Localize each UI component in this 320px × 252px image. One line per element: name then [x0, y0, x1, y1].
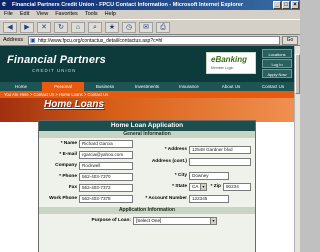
- page-icon: ▣: [30, 38, 36, 44]
- login-button[interactable]: Log In: [262, 59, 292, 68]
- phone-label: * Phone: [59, 174, 77, 179]
- state-value: CA: [192, 184, 199, 189]
- address-input[interactable]: ▣ http://www.fpcu.org/contactus_detail/c…: [28, 36, 280, 45]
- search-icon[interactable]: ⌕: [88, 22, 102, 33]
- menu-favorites[interactable]: Favorites: [55, 10, 78, 19]
- zip-label: * Zip: [210, 184, 221, 189]
- address-cont-label: Address (cont.): [151, 159, 187, 164]
- browser-icon: e: [2, 1, 6, 8]
- home-icon[interactable]: ⌂: [71, 22, 85, 33]
- email-field[interactable]: rgarcia@yahoo.com: [79, 151, 133, 159]
- history-icon[interactable]: ◷: [122, 22, 136, 33]
- favorites-icon[interactable]: ★: [105, 22, 119, 33]
- apply-now-button[interactable]: Apply Now: [262, 69, 292, 78]
- name-field[interactable]: Richard Garcia: [79, 140, 133, 148]
- menu-edit[interactable]: Edit: [20, 10, 29, 19]
- address-url: http://www.fpcu.org/contactus_detail/con…: [38, 38, 163, 44]
- nav-business[interactable]: Business: [84, 82, 126, 91]
- nav-home[interactable]: Home: [0, 82, 42, 91]
- email-label: * E-mail: [59, 152, 77, 157]
- breadcrumb: You Are Here > Contact Us > Home Loans >…: [0, 91, 294, 98]
- nav-personal[interactable]: Personal: [42, 82, 84, 91]
- menu-bar: File Edit View Favorites Tools Help: [0, 10, 300, 19]
- zip-field[interactable]: 90234: [223, 183, 251, 191]
- home-loan-form: Home Loan Application General Informatio…: [38, 120, 256, 252]
- state-select[interactable]: CA ▾: [189, 183, 207, 191]
- window-title: Financial Partners Credit Union - FPCU C…: [12, 2, 244, 8]
- page-viewport: Financial Partners CREDIT UNION eBanking…: [0, 46, 294, 252]
- chevron-down-icon: ▾: [200, 184, 206, 190]
- address-label: * Address: [164, 147, 187, 152]
- company-field[interactable]: Rockwell: [79, 162, 133, 170]
- fax-field[interactable]: 562-403-7372: [79, 184, 133, 192]
- purpose-value: [Select One]: [136, 218, 162, 223]
- chevron-down-icon: ▾: [210, 218, 216, 224]
- mail-icon[interactable]: ✉: [139, 22, 153, 33]
- nav-investments[interactable]: Investments: [126, 82, 168, 91]
- account-number-label: * Account Number: [145, 196, 187, 201]
- phone-field[interactable]: 562-403-7370: [79, 173, 133, 181]
- form-title: Home Loan Application: [39, 121, 255, 131]
- close-button[interactable]: ×: [291, 1, 299, 9]
- go-button[interactable]: Go: [282, 36, 298, 45]
- menu-view[interactable]: View: [36, 10, 48, 19]
- main-nav: Home Personal Business Investments Insur…: [0, 82, 294, 91]
- site-tagline: CREDIT UNION: [32, 68, 77, 73]
- back-icon[interactable]: ◀: [3, 22, 17, 33]
- company-label: Company: [55, 163, 77, 168]
- nav-about-us[interactable]: About Us: [210, 82, 252, 91]
- scrollbar-thumb[interactable]: [295, 54, 300, 94]
- purpose-select[interactable]: [Select One] ▾: [133, 217, 217, 225]
- menu-help[interactable]: Help: [105, 10, 116, 19]
- state-label: * State: [172, 184, 187, 189]
- nav-insurance[interactable]: Insurance: [168, 82, 210, 91]
- section-application: Application Information: [39, 207, 255, 214]
- menu-file[interactable]: File: [4, 10, 13, 19]
- refresh-icon[interactable]: ↻: [54, 22, 68, 33]
- fax-label: Fax: [68, 185, 77, 190]
- vertical-scrollbar[interactable]: [294, 46, 300, 252]
- page-title: Home Loans: [44, 99, 105, 110]
- city-label: * City: [174, 173, 187, 178]
- forward-icon[interactable]: ▶: [20, 22, 34, 33]
- account-number-field[interactable]: 122345: [189, 195, 229, 203]
- browser-toolbar: ◀ ▶ ✕ ↻ ⌂ ⌕ ★ ◷ ✉ ⎙: [0, 19, 300, 35]
- city-field[interactable]: Downey: [189, 172, 229, 180]
- ebanking-logo: eBanking: [211, 55, 248, 64]
- address-field[interactable]: 12548 Gardner blvd: [189, 146, 251, 154]
- work-phone-label: Work Phone: [49, 196, 77, 201]
- window-titlebar: e Financial Partners Credit Union - FPCU…: [0, 0, 300, 10]
- site-header: Financial Partners CREDIT UNION eBanking…: [0, 46, 294, 82]
- address-bar: Address ▣ http://www.fpcu.org/contactus_…: [0, 35, 300, 46]
- work-phone-field[interactable]: 562-403-7378: [79, 195, 133, 203]
- locations-button[interactable]: Locations: [262, 49, 292, 58]
- minimize-button[interactable]: _: [273, 1, 281, 9]
- address-label: Address: [3, 37, 24, 43]
- site-logo[interactable]: Financial Partners: [7, 54, 106, 66]
- ebanking-box[interactable]: eBanking Member Login: [206, 52, 256, 74]
- purpose-label: Purpose of Loan:: [91, 218, 131, 223]
- stop-icon[interactable]: ✕: [37, 22, 51, 33]
- section-general: General Information: [39, 131, 255, 138]
- ebanking-sub: Member Login: [211, 66, 234, 70]
- print-icon[interactable]: ⎙: [156, 22, 170, 33]
- name-label: * Name: [60, 141, 77, 146]
- menu-tools[interactable]: Tools: [85, 10, 98, 19]
- address-cont-field[interactable]: [189, 158, 251, 166]
- maximize-button[interactable]: □: [282, 1, 290, 9]
- nav-contact-us[interactable]: Contact Us: [252, 82, 294, 91]
